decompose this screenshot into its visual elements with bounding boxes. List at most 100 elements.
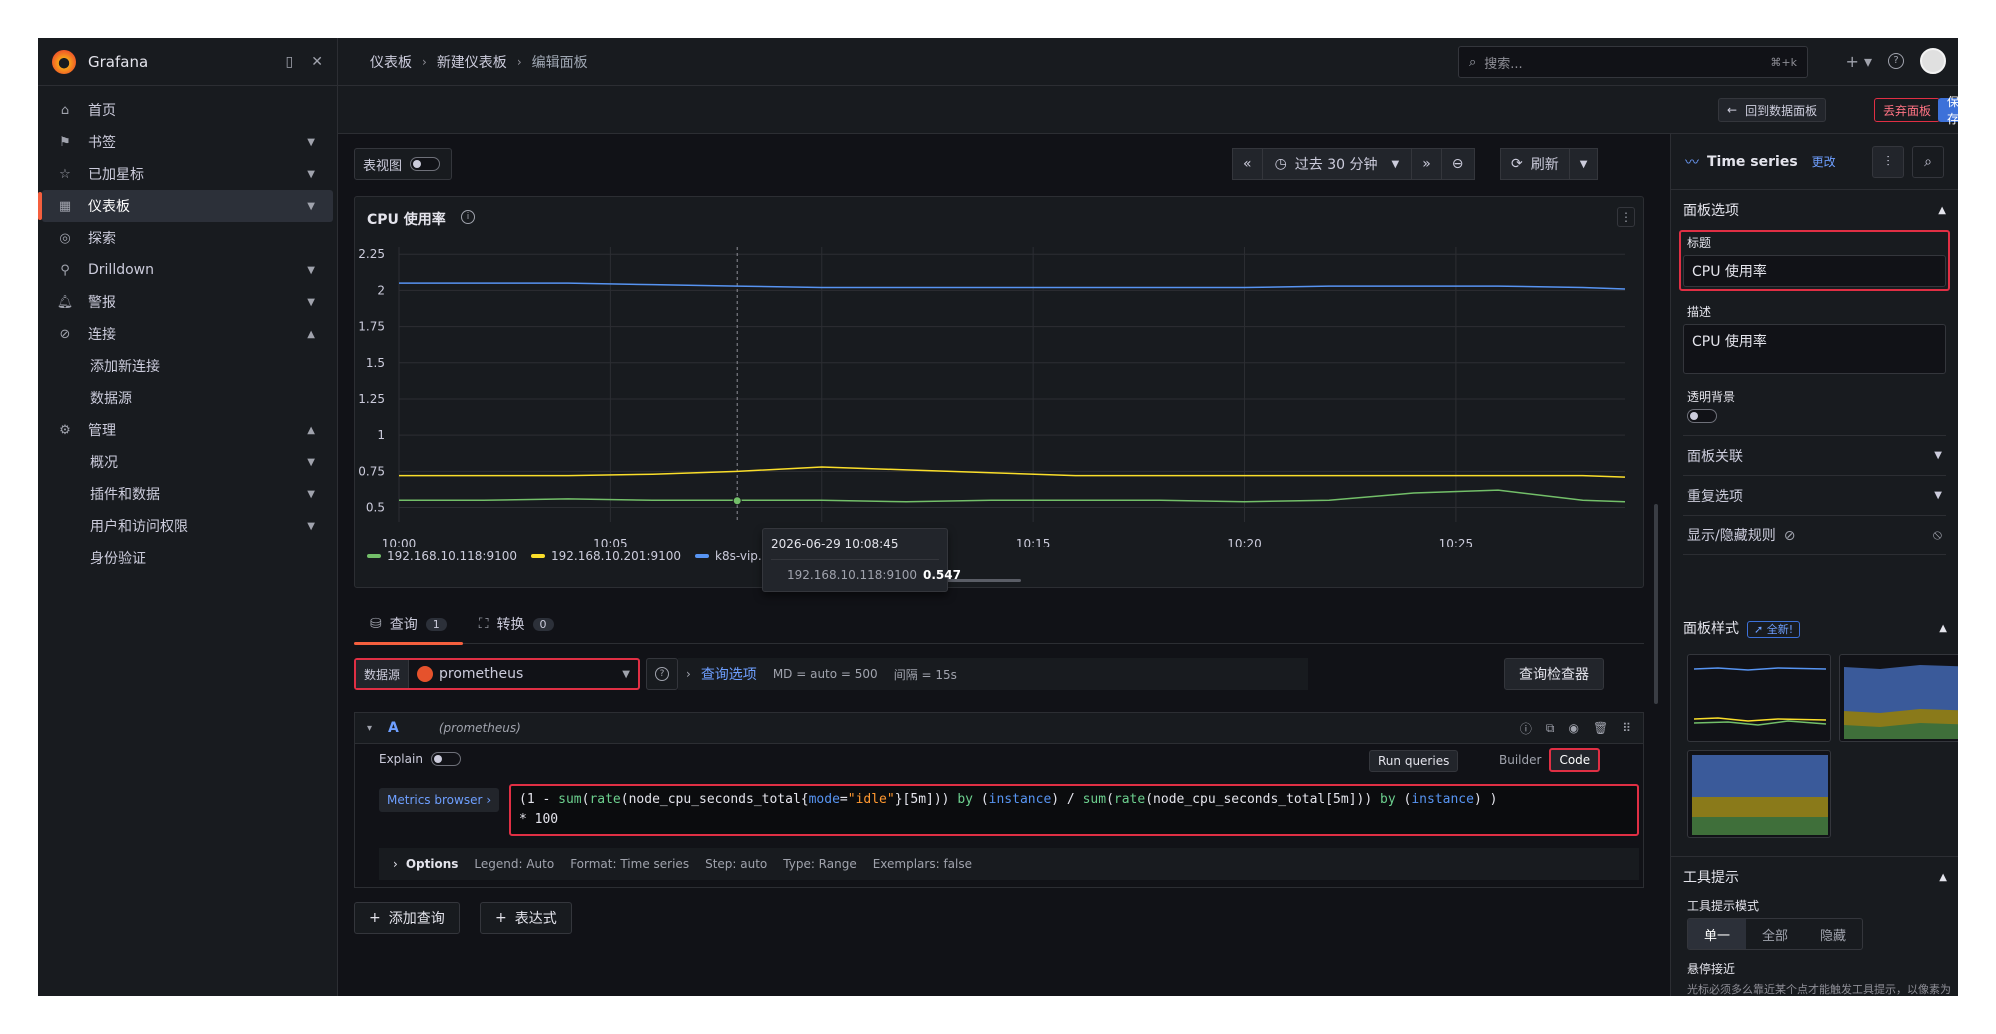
dock-menu-icon[interactable]: ▯	[286, 54, 294, 70]
zoom-out-button[interactable]: ⊖	[1442, 149, 1474, 179]
code-mode-button[interactable]: Code	[1549, 748, 1601, 772]
datasource-select[interactable]: prometheus ▼	[409, 666, 638, 682]
refresh-button[interactable]: ⟳ 刷新	[1501, 149, 1570, 179]
time-range-button[interactable]: ◷ 过去 30 分钟 ▼	[1263, 149, 1413, 179]
sidebar-item-users[interactable]: 用户和访问权限 ▼	[42, 510, 333, 542]
chevron-up-icon[interactable]: ▲	[307, 329, 315, 340]
scrollbar[interactable]	[1654, 504, 1658, 704]
disabled-icon: ⦸	[1932, 527, 1942, 543]
add-new-icon[interactable]: + ▾	[1845, 52, 1872, 71]
tooltip-mode-single[interactable]: 单一	[1688, 919, 1747, 949]
info-icon[interactable]: i	[461, 210, 475, 224]
tab-transformations[interactable]: ⛶ 转换 0	[463, 604, 570, 644]
legend-label: 192.168.10.118:9100	[387, 549, 518, 563]
show-hide-rules-row[interactable]: 显示/隐藏规则 ⊘ ⦸	[1683, 515, 1946, 555]
query-options[interactable]: › 查询选项 MD = auto = 500 间隔 = 15s	[678, 658, 1308, 690]
sidebar-item-starred[interactable]: ☆ 已加星标 ▼	[42, 158, 333, 190]
panel-menu-icon[interactable]: ⋮	[1617, 207, 1635, 227]
trash-icon[interactable]: 🗑︎	[1593, 721, 1608, 735]
run-queries-button[interactable]: Run queries	[1369, 750, 1459, 772]
chevron-up-icon[interactable]: ▲	[307, 425, 315, 436]
table-view-label: 表视图	[363, 158, 403, 174]
repeat-options-row[interactable]: 重复选项 ▼	[1683, 475, 1946, 515]
chevron-down-icon[interactable]: ▼	[307, 521, 315, 532]
sidebar-item-explore[interactable]: ◎ 探索	[42, 222, 333, 254]
query-options-row[interactable]: › Options Legend: Auto Format: Time seri…	[379, 848, 1639, 880]
chevron-down-icon[interactable]: ▾	[367, 723, 372, 734]
chevron-down-icon[interactable]: ▼	[307, 169, 315, 180]
legend-item[interactable]: 192.168.10.201:9100	[531, 549, 681, 563]
time-shift-back-button[interactable]: «	[1233, 149, 1263, 179]
sidebar-item-auth[interactable]: 身份验证	[42, 542, 333, 574]
panel-options-header[interactable]: 面板选项 ▲	[1683, 190, 1946, 230]
tooltip-mode-hidden[interactable]: 隐藏	[1804, 919, 1862, 949]
sidebar-item-overview[interactable]: 概况 ▼	[42, 446, 333, 478]
datasource-picker[interactable]: 数据源 prometheus ▼	[354, 658, 640, 690]
sidebar-item-alerting[interactable]: 🔔︎ 警报 ▼	[42, 286, 333, 318]
transparent-toggle[interactable]	[1687, 409, 1717, 423]
sidebar-item-home[interactable]: ⌂ 首页	[42, 94, 333, 126]
metrics-browser-button[interactable]: Metrics browser ›	[379, 788, 500, 812]
sidebar-item-admin[interactable]: ⚙ 管理 ▲	[42, 414, 333, 446]
visualization-name[interactable]: Time series	[1707, 154, 1798, 170]
explain-toggle[interactable]: Explain	[379, 752, 461, 766]
search-icon[interactable]: ⌕	[1912, 145, 1944, 178]
legend-item[interactable]: 192.168.10.118:9100	[367, 549, 517, 563]
add-expression-button[interactable]: + 表达式	[480, 902, 572, 934]
query-inspector-button[interactable]: 查询检查器	[1504, 658, 1604, 690]
panel-links-row[interactable]: 面板关联 ▼	[1683, 435, 1946, 475]
time-series-chart[interactable]: 0.50.7511.251.51.7522.2510:0010:0510:101…	[355, 237, 1645, 547]
style-thumbnail-lines[interactable]	[1687, 654, 1831, 742]
sidebar-item-datasources[interactable]: 数据源	[42, 382, 333, 414]
tooltip-options-header[interactable]: 工具提示 ▲	[1683, 857, 1947, 897]
sidebar-item-add-connection[interactable]: 添加新连接	[42, 350, 333, 382]
time-range-label: 过去 30 分钟	[1294, 157, 1378, 173]
chevron-down-icon[interactable]: ▼	[307, 137, 315, 148]
sliders-icon[interactable]: ⫶	[1872, 145, 1904, 178]
title-input[interactable]: CPU 使用率	[1683, 255, 1946, 287]
builder-mode-button[interactable]: Builder	[1491, 748, 1549, 772]
style-thumbnail-stacked[interactable]	[1839, 654, 1958, 742]
breadcrumb-dashboards[interactable]: 仪表板	[370, 52, 412, 72]
sidebar-item-drilldown[interactable]: ⚲ Drilldown ▼	[42, 254, 333, 286]
sidebar-item-plugins[interactable]: 插件和数据 ▼	[42, 478, 333, 510]
style-thumbnail-bars[interactable]	[1687, 750, 1831, 838]
toggle-switch[interactable]	[410, 157, 441, 171]
refresh-interval-button[interactable]: ▼	[1570, 149, 1598, 179]
duplicate-icon[interactable]: ⧉	[1546, 721, 1555, 736]
chevron-up-icon: ▲	[1939, 871, 1947, 883]
chevron-down-icon[interactable]: ▼	[307, 489, 315, 500]
chevron-down-icon[interactable]: ▼	[307, 265, 315, 276]
sidebar-item-dashboards[interactable]: ▦ 仪表板 ▼	[38, 190, 333, 222]
search-input[interactable]: ⌕ 搜索... ⌘+k	[1458, 46, 1808, 78]
discard-panel-button[interactable]: 丢弃面板	[1874, 98, 1941, 122]
promql-code-editor[interactable]: (1 - sum(rate(node_cpu_seconds_total{mod…	[509, 784, 1639, 836]
drag-handle-icon[interactable]: ⠿	[1622, 721, 1631, 735]
chevron-down-icon[interactable]: ▼	[307, 297, 315, 308]
description-textarea[interactable]: CPU 使用率	[1683, 324, 1946, 374]
tooltip-mode-all[interactable]: 全部	[1746, 919, 1804, 949]
back-to-dashboard-button[interactable]: ← 回到数据面板	[1718, 98, 1827, 122]
sidebar-item-connections[interactable]: ⊘ 连接 ▲	[42, 318, 333, 350]
change-visualization-link[interactable]: 更改	[1812, 153, 1872, 170]
help-icon[interactable]: ⓘ	[1520, 720, 1532, 737]
query-ref-id[interactable]: A	[388, 720, 399, 736]
time-shift-forward-button[interactable]: »	[1412, 149, 1442, 179]
panel-styles-header[interactable]: 面板样式 ➚ 全新! ▲	[1671, 608, 1958, 648]
sidebar-item-bookmarks[interactable]: ⚑ 书签 ▼	[42, 126, 333, 158]
table-view-toggle[interactable]: 表视图	[354, 148, 452, 180]
toggle-switch[interactable]	[430, 752, 461, 766]
eye-icon[interactable]: ◉	[1568, 721, 1578, 735]
close-icon[interactable]: ✕	[311, 54, 323, 70]
datasource-help-button[interactable]: ?	[646, 658, 678, 690]
add-query-button[interactable]: + 添加查询	[354, 902, 460, 934]
sidebar-item-label: 首页	[88, 103, 116, 119]
breadcrumb-new-dashboard[interactable]: 新建仪表板	[437, 52, 507, 72]
tab-queries[interactable]: ⛁ 查询 1	[354, 604, 463, 645]
help-icon[interactable]: ?	[1888, 53, 1904, 69]
grafana-logo-icon[interactable]	[52, 49, 76, 74]
save-button[interactable]: 保存	[1938, 95, 1958, 126]
chevron-down-icon[interactable]: ▼	[307, 457, 315, 468]
chevron-down-icon[interactable]: ▼	[307, 201, 315, 212]
avatar[interactable]	[1920, 48, 1946, 74]
